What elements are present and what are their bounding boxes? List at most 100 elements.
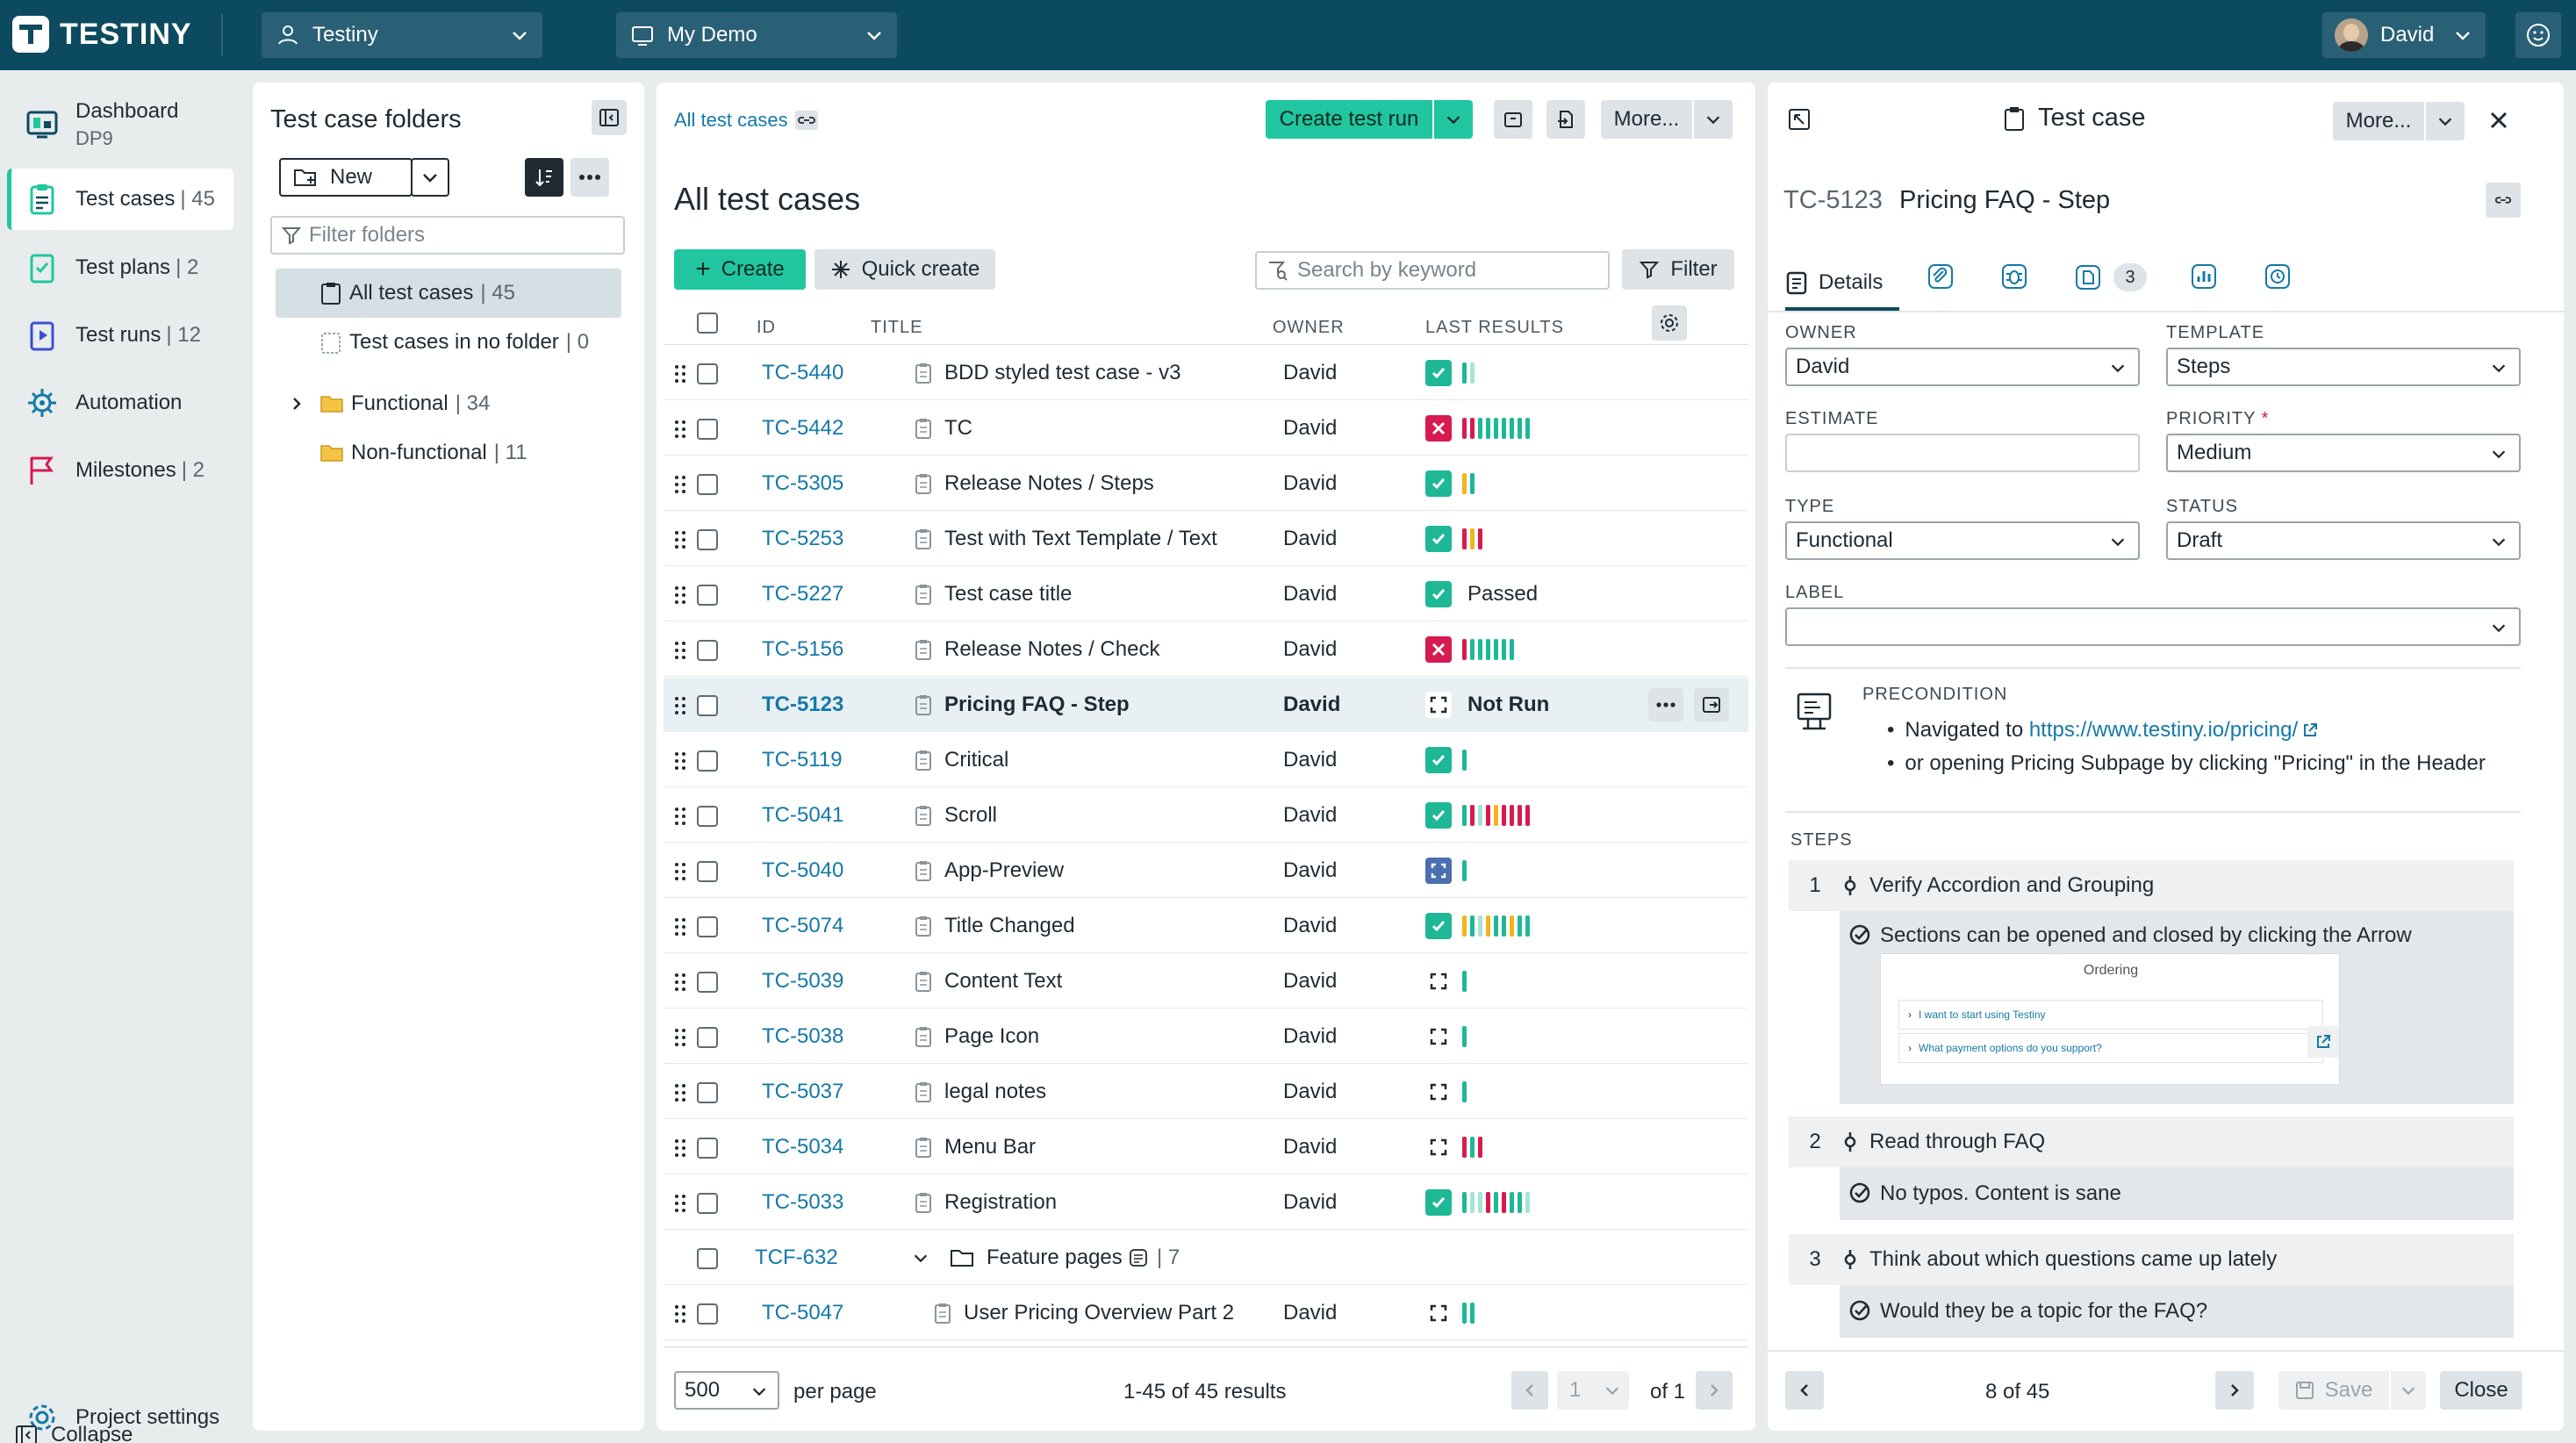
tab-details[interactable]: Details [1785, 258, 1899, 311]
test-case-title[interactable]: Critical [944, 748, 1008, 772]
nav-milestones[interactable]: Milestones | 2 [7, 440, 233, 501]
folder-all-test-cases[interactable]: All test cases | 45 [276, 269, 621, 318]
detail-more-dropdown[interactable] [2426, 102, 2465, 140]
step-1-expected[interactable]: Sections can be opened and closed by cli… [1840, 911, 2514, 1104]
page-size-select[interactable]: 500 [674, 1371, 779, 1410]
test-case-title[interactable]: Pricing FAQ - Step [944, 693, 1130, 717]
workspace-dropdown[interactable]: Testiny [262, 12, 542, 58]
test-case-id[interactable]: TC-5038 [762, 1024, 843, 1049]
row-checkbox[interactable] [697, 529, 718, 550]
table-row[interactable]: TC-5440 BDD styled test case - v3 David [664, 346, 1748, 400]
chevron-right-icon[interactable] [288, 395, 305, 413]
next-case-button[interactable] [2215, 1371, 2254, 1410]
open-image-button[interactable] [2307, 1026, 2339, 1058]
tab-linked[interactable]: 3 [2075, 263, 2147, 291]
drag-handle-icon[interactable] [674, 1027, 686, 1048]
table-row[interactable]: TC-5074 Title Changed David [664, 899, 1748, 953]
test-case-title[interactable]: BDD styled test case - v3 [944, 361, 1180, 385]
column-owner[interactable]: OWNER [1273, 318, 1345, 338]
test-case-id[interactable]: TC-5047 [762, 1301, 843, 1325]
table-row[interactable]: TC-5033 Registration David [664, 1175, 1748, 1230]
quick-create-button[interactable]: Quick create [814, 249, 995, 290]
last-results[interactable] [1425, 636, 1518, 663]
last-results[interactable]: Not Run [1425, 692, 1560, 718]
estimate-input[interactable] [1785, 434, 2140, 472]
last-results[interactable] [1425, 1079, 1470, 1105]
row-checkbox[interactable] [697, 585, 718, 606]
test-case-title[interactable]: TC [944, 416, 972, 441]
row-checkbox[interactable] [697, 750, 718, 772]
table-row[interactable]: TC-5034 Menu Bar David [664, 1120, 1748, 1174]
folder-no-folder[interactable]: Test cases in no folder | 0 [276, 318, 621, 367]
more-dropdown[interactable] [1694, 100, 1733, 139]
table-row[interactable]: TC-5038 Page Icon David [664, 1009, 1748, 1064]
search-input[interactable]: Search by keyword [1255, 251, 1610, 290]
row-checkbox[interactable] [697, 861, 718, 882]
test-case-id[interactable]: TC-5039 [762, 969, 843, 994]
test-case-id[interactable]: TC-5305 [762, 471, 843, 496]
test-case-id[interactable]: TC-5253 [762, 527, 843, 551]
close-button[interactable]: Close [2440, 1371, 2522, 1410]
row-checkbox[interactable] [697, 419, 718, 440]
test-case-title[interactable]: Test case title [944, 582, 1072, 607]
user-menu[interactable]: David [2322, 12, 2486, 58]
test-case-id[interactable]: TC-5442 [762, 416, 843, 441]
drag-handle-icon[interactable] [674, 419, 686, 440]
last-results[interactable] [1425, 1134, 1486, 1160]
step-2[interactable]: 2 Read through FAQ [1789, 1116, 2514, 1167]
detail-more-button[interactable]: More... [2333, 102, 2424, 140]
column-title[interactable]: TITLE [871, 318, 922, 338]
test-case-id[interactable]: TC-5033 [762, 1190, 843, 1215]
test-case-title[interactable]: Release Notes / Steps [944, 471, 1154, 496]
row-checkbox[interactable] [697, 363, 718, 384]
last-results[interactable] [1425, 360, 1478, 386]
row-checkbox[interactable] [697, 972, 718, 993]
create-test-run-button[interactable]: Create test run [1266, 100, 1432, 139]
expand-button[interactable] [1787, 107, 1812, 132]
table-row[interactable]: TC-5156 Release Notes / Check David [664, 622, 1748, 677]
table-row[interactable]: TC-5119 Critical David [664, 733, 1748, 787]
test-case-id[interactable]: TC-5156 [762, 637, 843, 662]
drag-handle-icon[interactable] [674, 474, 686, 495]
external-link-icon[interactable] [2301, 722, 2319, 739]
tab-attachments[interactable] [1927, 263, 1954, 290]
test-case-id[interactable]: TC-5123 [762, 693, 843, 717]
owner-select[interactable]: David [1785, 348, 2140, 386]
row-more-button[interactable] [1648, 688, 1683, 722]
open-detail-button[interactable] [1694, 688, 1729, 722]
table-row[interactable]: TC-5040 App-Preview David [664, 844, 1748, 898]
table-row[interactable]: TC-5047 User Pricing Overview Part 2 David [664, 1286, 1748, 1340]
table-row[interactable]: TC-5037 legal notes David [664, 1065, 1748, 1119]
breadcrumb[interactable]: All test cases [674, 109, 818, 132]
tab-statistics[interactable] [2191, 263, 2217, 290]
row-checkbox[interactable] [697, 806, 718, 827]
row-checkbox[interactable] [697, 1248, 718, 1269]
tab-defects[interactable] [2001, 263, 2027, 290]
table-row[interactable]: TC-5039 Content Text David [664, 954, 1748, 1009]
drag-handle-icon[interactable] [674, 861, 686, 882]
last-results[interactable] [1425, 1300, 1478, 1326]
last-results[interactable] [1425, 1023, 1470, 1050]
drag-handle-icon[interactable] [674, 640, 686, 661]
row-checkbox[interactable] [697, 474, 718, 495]
test-case-id[interactable]: TC-5034 [762, 1135, 843, 1159]
test-case-title[interactable]: User Pricing Overview Part 2 [964, 1301, 1234, 1325]
filter-folders-input[interactable]: Filter folders [270, 216, 625, 255]
feedback-button[interactable] [2515, 12, 2561, 58]
more-button[interactable]: More... [1601, 100, 1692, 139]
folder-options-button[interactable] [570, 158, 609, 197]
test-case-id[interactable]: TC-5227 [762, 582, 843, 607]
next-page-button[interactable] [1696, 1371, 1733, 1410]
sort-button[interactable] [525, 158, 563, 197]
create-run-dropdown[interactable] [1434, 100, 1473, 139]
test-case-title[interactable]: legal notes [944, 1080, 1046, 1104]
drag-handle-icon[interactable] [674, 1193, 686, 1214]
link-icon[interactable] [794, 111, 818, 130]
last-results[interactable] [1425, 526, 1486, 552]
last-results[interactable] [1425, 802, 1533, 829]
row-checkbox[interactable] [697, 1027, 718, 1048]
column-id[interactable]: ID [757, 318, 776, 338]
column-last-results[interactable]: LAST RESULTS [1425, 318, 1564, 338]
prev-case-button[interactable] [1785, 1371, 1824, 1410]
last-results[interactable]: Passed [1425, 581, 1548, 607]
